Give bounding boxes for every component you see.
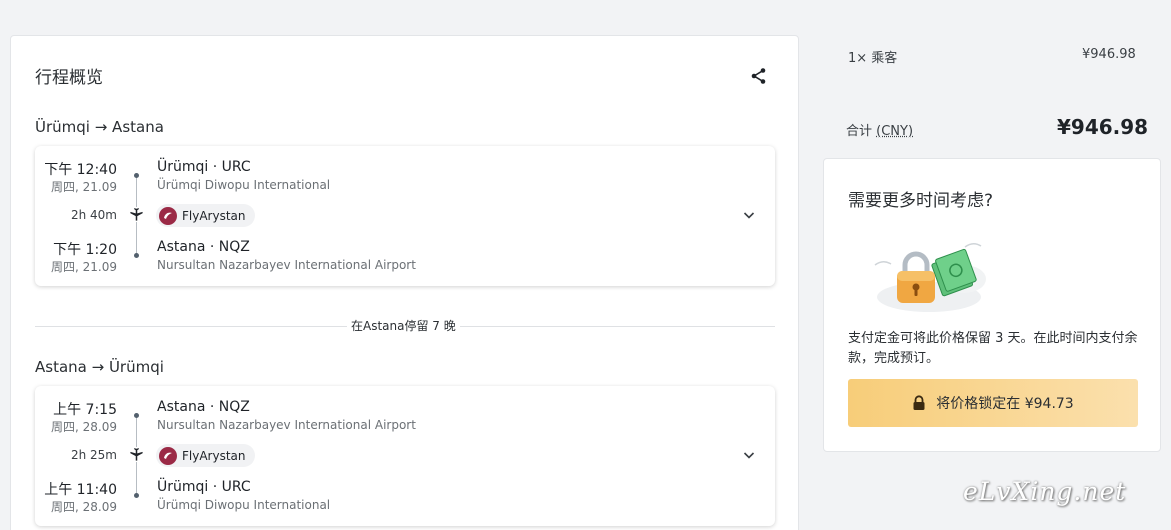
share-icon[interactable] xyxy=(749,66,769,86)
price-hold-description: 支付定金可将此价格保留 3 天。在此时间内支付余款，完成预订。 xyxy=(848,329,1148,369)
price-hold-card: 需要更多时间考虑? 支付定金可将此价格保留 3 天。在此时间内支付余款，完成预订… xyxy=(823,158,1161,452)
total-label-text: 合计 xyxy=(846,124,872,139)
airline-badge: FlyArystan xyxy=(156,204,255,227)
passenger-count-label: 1× 乘客 xyxy=(848,47,897,66)
arrival-airport-code: Astana · NQZ xyxy=(157,239,250,255)
total-label[interactable]: 合计 (CNY) xyxy=(846,120,913,139)
price-hold-title: 需要更多时间考虑? xyxy=(848,186,993,211)
lock-price-button-label: 将价格锁定在 ¥94.73 xyxy=(936,393,1073,413)
stopover-label: 在Astana停留 7 晚 xyxy=(347,317,460,334)
passenger-price: ¥946.98 xyxy=(1082,47,1136,62)
departure-dot xyxy=(134,173,139,178)
watermark: eLvXing.net xyxy=(963,477,1126,506)
lock-icon xyxy=(912,395,926,411)
flight-duration: 2h 25m xyxy=(71,448,117,462)
departure-time: 下午 12:40 xyxy=(44,159,117,179)
total-price: ¥946.98 xyxy=(1057,115,1148,139)
departure-dot xyxy=(134,413,139,418)
flight-segment-card[interactable]: 下午 12:40 周四, 21.09 2h 40m 下午 1:20 周四, 21… xyxy=(35,146,775,286)
lock-price-button[interactable]: 将价格锁定在 ¥94.73 xyxy=(848,379,1138,427)
plane-icon xyxy=(129,207,144,222)
segment-route-title: Ürümqi → Astana xyxy=(35,118,164,136)
flight-segment-card[interactable]: 上午 7:15 周四, 28.09 2h 25m 上午 11:40 周四, 28… xyxy=(35,386,775,526)
flight-duration: 2h 40m xyxy=(71,208,117,222)
arrival-dot xyxy=(134,493,139,498)
segment-route-title: Astana → Ürümqi xyxy=(35,358,164,376)
chevron-down-icon[interactable] xyxy=(742,448,756,462)
padlock-money-illustration xyxy=(869,239,989,317)
airline-name: FlyArystan xyxy=(182,449,246,463)
arrival-airport-code: Ürümqi · URC xyxy=(157,479,251,495)
plane-icon xyxy=(129,447,144,462)
departure-airport-name: Ürümqi Diwopu International xyxy=(157,178,330,192)
arrival-date: 周四, 21.09 xyxy=(51,258,117,275)
arrival-time: 下午 1:20 xyxy=(53,239,117,259)
airline-badge: FlyArystan xyxy=(156,444,255,467)
arrival-airport-name: Nursultan Nazarbayev International Airpo… xyxy=(157,258,416,272)
departure-date: 周四, 28.09 xyxy=(51,418,117,435)
arrival-date: 周四, 28.09 xyxy=(51,498,117,515)
departure-date: 周四, 21.09 xyxy=(51,178,117,195)
page-title: 行程概览 xyxy=(35,63,103,88)
arrival-dot xyxy=(134,253,139,258)
currency-label[interactable]: (CNY) xyxy=(876,124,913,139)
airline-logo xyxy=(159,207,177,225)
itinerary-card: 行程概览 Ürümqi → Astana 下午 12:40 周四, 21.09 … xyxy=(10,35,799,530)
departure-time: 上午 7:15 xyxy=(53,399,117,419)
departure-airport-name: Nursultan Nazarbayev International Airpo… xyxy=(157,418,416,432)
departure-airport-code: Ürümqi · URC xyxy=(157,159,251,175)
arrival-airport-name: Ürümqi Diwopu International xyxy=(157,498,330,512)
airline-logo xyxy=(159,447,177,465)
arrival-time: 上午 11:40 xyxy=(44,479,117,499)
chevron-down-icon[interactable] xyxy=(742,208,756,222)
airline-name: FlyArystan xyxy=(182,209,246,223)
departure-airport-code: Astana · NQZ xyxy=(157,399,250,415)
